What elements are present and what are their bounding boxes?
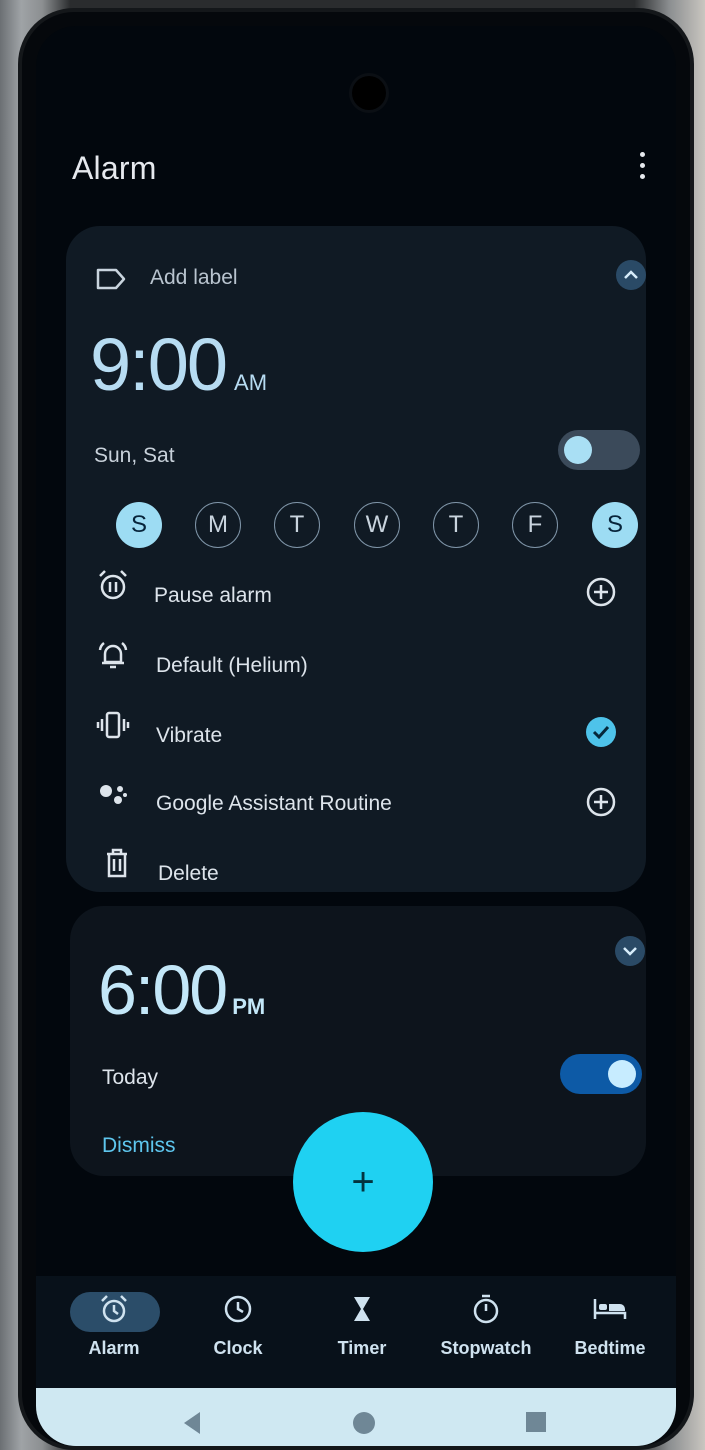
recents-icon[interactable] <box>524 1410 548 1434</box>
home-icon[interactable] <box>351 1410 377 1436</box>
plus-icon: + <box>351 1159 375 1204</box>
nav-label: Clock <box>213 1338 263 1358</box>
nav-item-bedtime[interactable]: Bedtime <box>550 1292 670 1359</box>
page-title: Alarm <box>72 150 157 186</box>
nav-label: Alarm <box>88 1338 140 1358</box>
vibrate-icon <box>96 711 130 739</box>
nav-label: Timer <box>337 1338 387 1358</box>
back-icon[interactable] <box>180 1410 204 1436</box>
trash-icon <box>107 848 127 878</box>
alarm-time-value: 6:00 <box>98 951 228 1029</box>
day-toggle-sunday[interactable]: S <box>116 502 162 548</box>
assistant-routine-label[interactable]: Google Assistant Routine <box>156 792 392 816</box>
repeat-days-text: Sun, Sat <box>94 444 175 467</box>
day-toggle-tuesday[interactable]: T <box>274 502 320 548</box>
alarm-time-ampm: PM <box>232 994 266 1019</box>
ringtone-bell-icon <box>98 641 128 669</box>
alarm-toggle[interactable] <box>560 1054 642 1094</box>
collapse-button[interactable] <box>616 260 646 290</box>
nav-label: Stopwatch <box>440 1338 532 1358</box>
ringtone-label[interactable]: Default (Helium) <box>156 654 308 678</box>
day-toggle-monday[interactable]: M <box>195 502 241 548</box>
stopwatch-icon <box>473 1294 499 1324</box>
day-toggle-wednesday[interactable]: W <box>354 502 400 548</box>
dismiss-button[interactable]: Dismiss <box>102 1134 176 1158</box>
pause-alarm-label[interactable]: Pause alarm <box>154 584 272 608</box>
bed-icon <box>593 1299 627 1319</box>
delete-alarm-button[interactable]: Delete <box>158 862 219 886</box>
phone-frame: Alarm Add label 9:00 AM Sun, Sat S M T W… <box>22 12 690 1446</box>
alarm-toggle[interactable] <box>558 430 640 470</box>
alarm-time[interactable]: 9:00 AM <box>90 322 267 407</box>
screen: Alarm Add label 9:00 AM Sun, Sat S M T W… <box>36 26 676 1446</box>
add-circle-icon[interactable] <box>585 786 617 818</box>
add-alarm-button[interactable]: + <box>293 1112 433 1252</box>
alarm-time-ampm: AM <box>234 370 268 395</box>
toggle-knob <box>608 1060 636 1088</box>
expand-button[interactable] <box>615 936 645 966</box>
more-options-icon[interactable] <box>632 152 652 182</box>
front-camera <box>352 76 386 110</box>
chevron-down-icon <box>623 947 637 956</box>
pause-alarm-icon <box>99 570 127 600</box>
label-icon <box>96 268 126 290</box>
hourglass-icon <box>354 1297 370 1321</box>
toggle-knob <box>564 436 592 464</box>
repeat-days-text: Today <box>102 1066 159 1089</box>
alarm-time[interactable]: 6:00 PM <box>98 950 265 1030</box>
clock-icon <box>224 1295 252 1323</box>
bottom-navigation: Alarm Clock Timer Stopwatch Bedtime <box>36 1276 676 1388</box>
nav-item-stopwatch[interactable]: Stopwatch <box>426 1292 546 1359</box>
alarm-time-value: 9:00 <box>90 323 228 406</box>
vibrate-checkbox[interactable] <box>585 716 617 748</box>
vibrate-label: Vibrate <box>156 724 223 747</box>
chevron-up-icon <box>624 270 638 279</box>
system-navigation-bar <box>36 1388 676 1446</box>
nav-item-clock[interactable]: Clock <box>178 1292 298 1359</box>
nav-item-timer[interactable]: Timer <box>302 1292 422 1359</box>
add-circle-icon[interactable] <box>585 576 617 608</box>
day-toggle-thursday[interactable]: T <box>433 502 479 548</box>
nav-item-alarm[interactable]: Alarm <box>54 1292 174 1359</box>
day-toggle-friday[interactable]: F <box>512 502 558 548</box>
alarm-clock-icon <box>101 1295 127 1323</box>
add-label-button[interactable]: Add label <box>150 266 238 290</box>
day-toggle-saturday[interactable]: S <box>592 502 638 548</box>
google-assistant-icon <box>100 785 127 804</box>
nav-label: Bedtime <box>574 1338 646 1358</box>
